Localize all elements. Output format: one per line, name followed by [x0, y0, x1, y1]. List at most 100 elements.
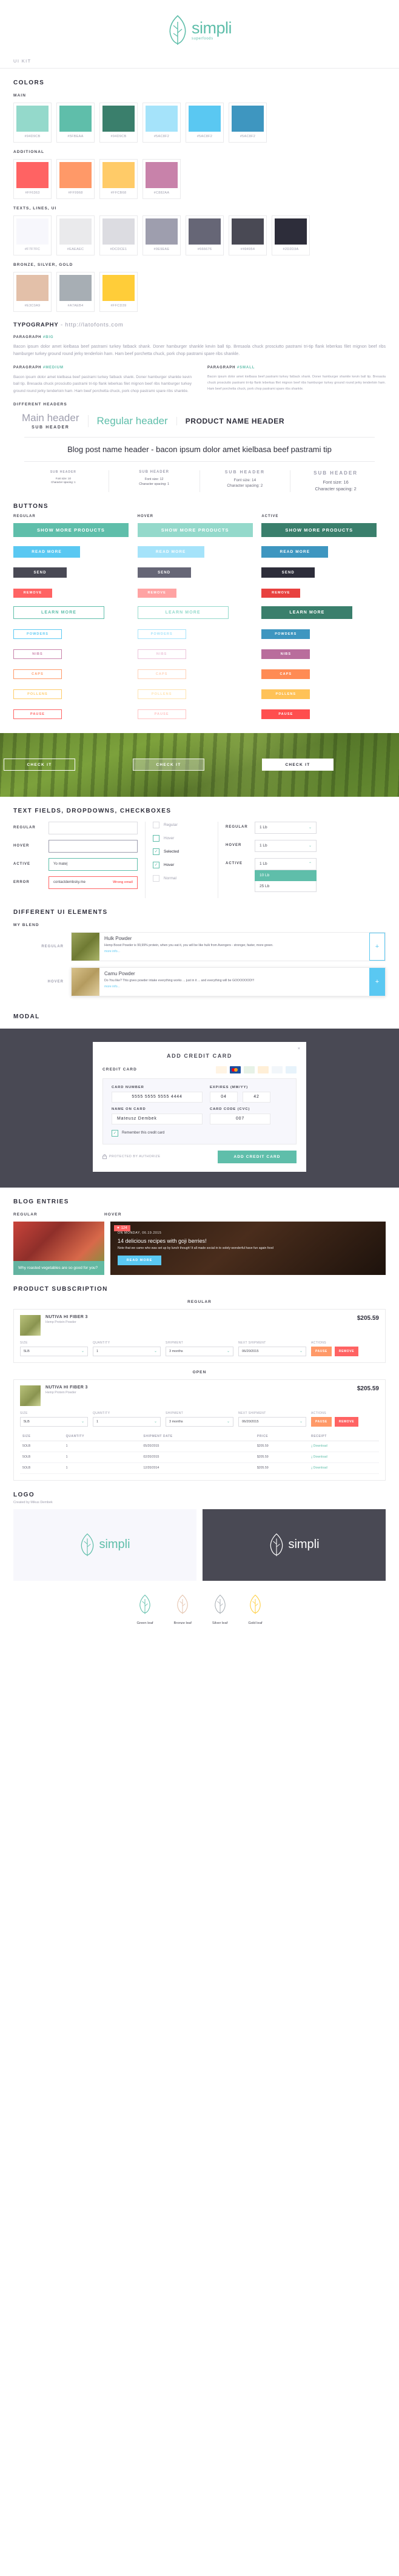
diners-icon[interactable] [272, 1066, 283, 1073]
color-swatch[interactable]: #5AC8F2 [186, 103, 224, 143]
button-show-more-products-regular[interactable]: SHOW MORE PRODUCTS [13, 522, 129, 537]
blog-card-hover[interactable]: ♥ 124 ON MONDAY, 06.19.2015 14 delicious… [110, 1221, 386, 1275]
checkbox-row-1[interactable]: Hover [153, 834, 210, 842]
control-input[interactable]: 3 months ⌄ [166, 1416, 233, 1427]
color-swatch[interactable]: #DCDCE1 [99, 215, 138, 255]
button-nibs-active[interactable]: NIBS [261, 649, 310, 659]
color-swatch[interactable]: #666676 [186, 215, 224, 255]
product-card[interactable]: Camu Powder Do You like? This gives powde… [71, 967, 386, 996]
button-remove-active[interactable]: REMOVE [261, 588, 301, 598]
remember-card-row[interactable]: ✓ Remember this credit card [112, 1129, 287, 1137]
button-nibs-hover[interactable]: NIBS [137, 649, 186, 659]
color-swatch[interactable]: #F7F7FC [13, 215, 52, 255]
control-input[interactable]: 06/20/2015 ⌄ [238, 1346, 306, 1356]
button-learn-more-active[interactable]: LEARN MORE [261, 606, 353, 619]
button-caps-hover[interactable]: CAPS [137, 669, 186, 679]
expires-month-input[interactable]: 04 [210, 1091, 238, 1103]
dropdown-head[interactable]: 1 Lb ⌄ [255, 821, 317, 834]
button-show-more-products-hover[interactable]: SHOW MORE PRODUCTS [137, 522, 253, 537]
color-swatch[interactable]: #5FBEAA [56, 103, 95, 143]
button-powders-active[interactable]: POWDERS [261, 629, 310, 639]
product-card[interactable]: Hulk Powder Hemp Boost Powder is 99,99% p… [71, 931, 386, 961]
dropdown-hover[interactable]: 1 Lb ⌄ [255, 839, 317, 852]
button-show-more-products-active[interactable]: SHOW MORE PRODUCTS [261, 522, 377, 537]
button-remove-regular[interactable]: REMOVE [13, 588, 52, 598]
checkbox-row-2[interactable]: ✓ Selected [153, 848, 210, 855]
control-input[interactable]: 06/20/2015 ⌄ [238, 1416, 306, 1427]
checkbox-selected[interactable]: ✓ [153, 848, 159, 855]
name-on-card-input[interactable]: Mateusz Dembek [112, 1113, 203, 1124]
card-number-input[interactable]: 5555 5555 5555 4444 [112, 1091, 203, 1103]
color-swatch[interactable]: #94D9CB [13, 103, 52, 143]
color-swatch[interactable]: #A7AEB4 [56, 272, 95, 312]
control-input[interactable]: 1 ⌄ [93, 1416, 161, 1427]
cell-receipt[interactable]: ⤓ Download [309, 1462, 379, 1474]
checkbox-row-3[interactable]: ✓ Hover [153, 861, 210, 868]
visa-icon[interactable] [216, 1066, 227, 1073]
color-swatch[interactable]: #94D9CB [99, 103, 138, 143]
button-learn-more-hover[interactable]: LEARN MORE [137, 606, 229, 619]
button-remove-hover[interactable]: REMOVE [137, 588, 176, 598]
more-info-link[interactable]: more info... [104, 985, 364, 989]
color-swatch[interactable]: #C882AA [142, 159, 181, 199]
button-pause-hover[interactable]: PAUSE [137, 709, 186, 719]
remove-button[interactable]: REMOVE [334, 1416, 359, 1427]
control-input[interactable]: 3 months ⌄ [166, 1346, 233, 1356]
pause-button[interactable]: PAUSE [311, 1346, 332, 1356]
text-input-active[interactable]: Yo mate| [49, 857, 138, 871]
control-input[interactable]: 1 ⌄ [93, 1346, 161, 1356]
button-pollens-active[interactable]: POLLENS [261, 689, 310, 699]
color-swatch[interactable]: #EAEAEC [56, 215, 95, 255]
control-input[interactable]: 5LB ⌄ [20, 1346, 88, 1356]
mastercard-icon[interactable] [230, 1066, 241, 1073]
dropdown-head[interactable]: 1 Lb ⌃ [255, 857, 317, 870]
add-to-blend-button[interactable]: + [369, 932, 385, 961]
cvc-input[interactable]: 007 [210, 1113, 270, 1124]
color-swatch[interactable]: #5AC8F2 [142, 103, 181, 143]
dropdown-active[interactable]: 1 Lb ⌃ 10 Lb 25 Lb [255, 857, 317, 892]
button-caps-active[interactable]: CAPS [261, 669, 310, 679]
button-caps-regular[interactable]: CAPS [13, 669, 62, 679]
button-send-regular[interactable]: SEND [13, 567, 67, 578]
download-link[interactable]: ⤓ Download [311, 1466, 327, 1470]
blog-card-regular[interactable]: Why roasted vegetables are so good for y… [13, 1221, 104, 1275]
color-swatch[interactable]: #2D2D3A [272, 215, 310, 255]
color-swatch[interactable]: #5AC8F2 [229, 103, 267, 143]
jcb-icon[interactable] [286, 1066, 297, 1073]
button-send-hover[interactable]: SEND [137, 567, 191, 578]
button-read-more-hover[interactable]: READ MORE [137, 546, 204, 558]
blog-read-more-button[interactable]: READ MORE [118, 1255, 161, 1265]
dropdown-regular[interactable]: 1 Lb ⌄ [255, 821, 317, 834]
color-swatch[interactable]: #FFCD39 [99, 272, 138, 312]
text-input-regular[interactable] [49, 821, 138, 834]
check-it-button-hover[interactable]: CHECK IT [133, 759, 204, 771]
text-input-error[interactable]: contactdembsky.me Wrong email [49, 876, 138, 889]
color-swatch[interactable]: #9E9EAE [142, 215, 181, 255]
check-it-button-regular[interactable]: CHECK IT [4, 759, 75, 771]
checkbox-hover[interactable] [153, 834, 159, 842]
dropdown-option[interactable]: 10 Lb [255, 870, 317, 881]
button-pause-regular[interactable]: PAUSE [13, 709, 62, 719]
discover-icon[interactable] [258, 1066, 269, 1073]
checkbox-regular[interactable] [153, 821, 159, 828]
dropdown-head[interactable]: 1 Lb ⌄ [255, 839, 317, 852]
checkbox-selected-hover[interactable]: ✓ [153, 861, 159, 868]
add-to-blend-button[interactable]: + [369, 967, 385, 996]
more-info-link[interactable]: more info... [104, 950, 364, 953]
button-read-more-regular[interactable]: READ MORE [13, 546, 80, 558]
dropdown-option[interactable]: 25 Lb [255, 881, 317, 892]
text-input-hover[interactable] [49, 839, 138, 853]
amex-icon[interactable] [244, 1066, 255, 1073]
checkbox-row-0[interactable]: Regular [153, 821, 210, 828]
remove-button[interactable]: REMOVE [334, 1346, 359, 1356]
download-link[interactable]: ⤓ Download [311, 1444, 327, 1449]
check-it-button-active[interactable]: CHECK IT [262, 759, 334, 771]
button-powders-regular[interactable]: POWDERS [13, 629, 62, 639]
button-pollens-hover[interactable]: POLLENS [137, 689, 186, 699]
button-send-active[interactable]: SEND [261, 567, 315, 578]
button-pause-active[interactable]: PAUSE [261, 709, 310, 719]
control-input[interactable]: 5LB ⌄ [20, 1416, 88, 1427]
pause-button[interactable]: PAUSE [311, 1416, 332, 1427]
color-swatch[interactable]: #FFCB68 [99, 159, 138, 199]
checkbox-regular[interactable] [153, 874, 159, 882]
